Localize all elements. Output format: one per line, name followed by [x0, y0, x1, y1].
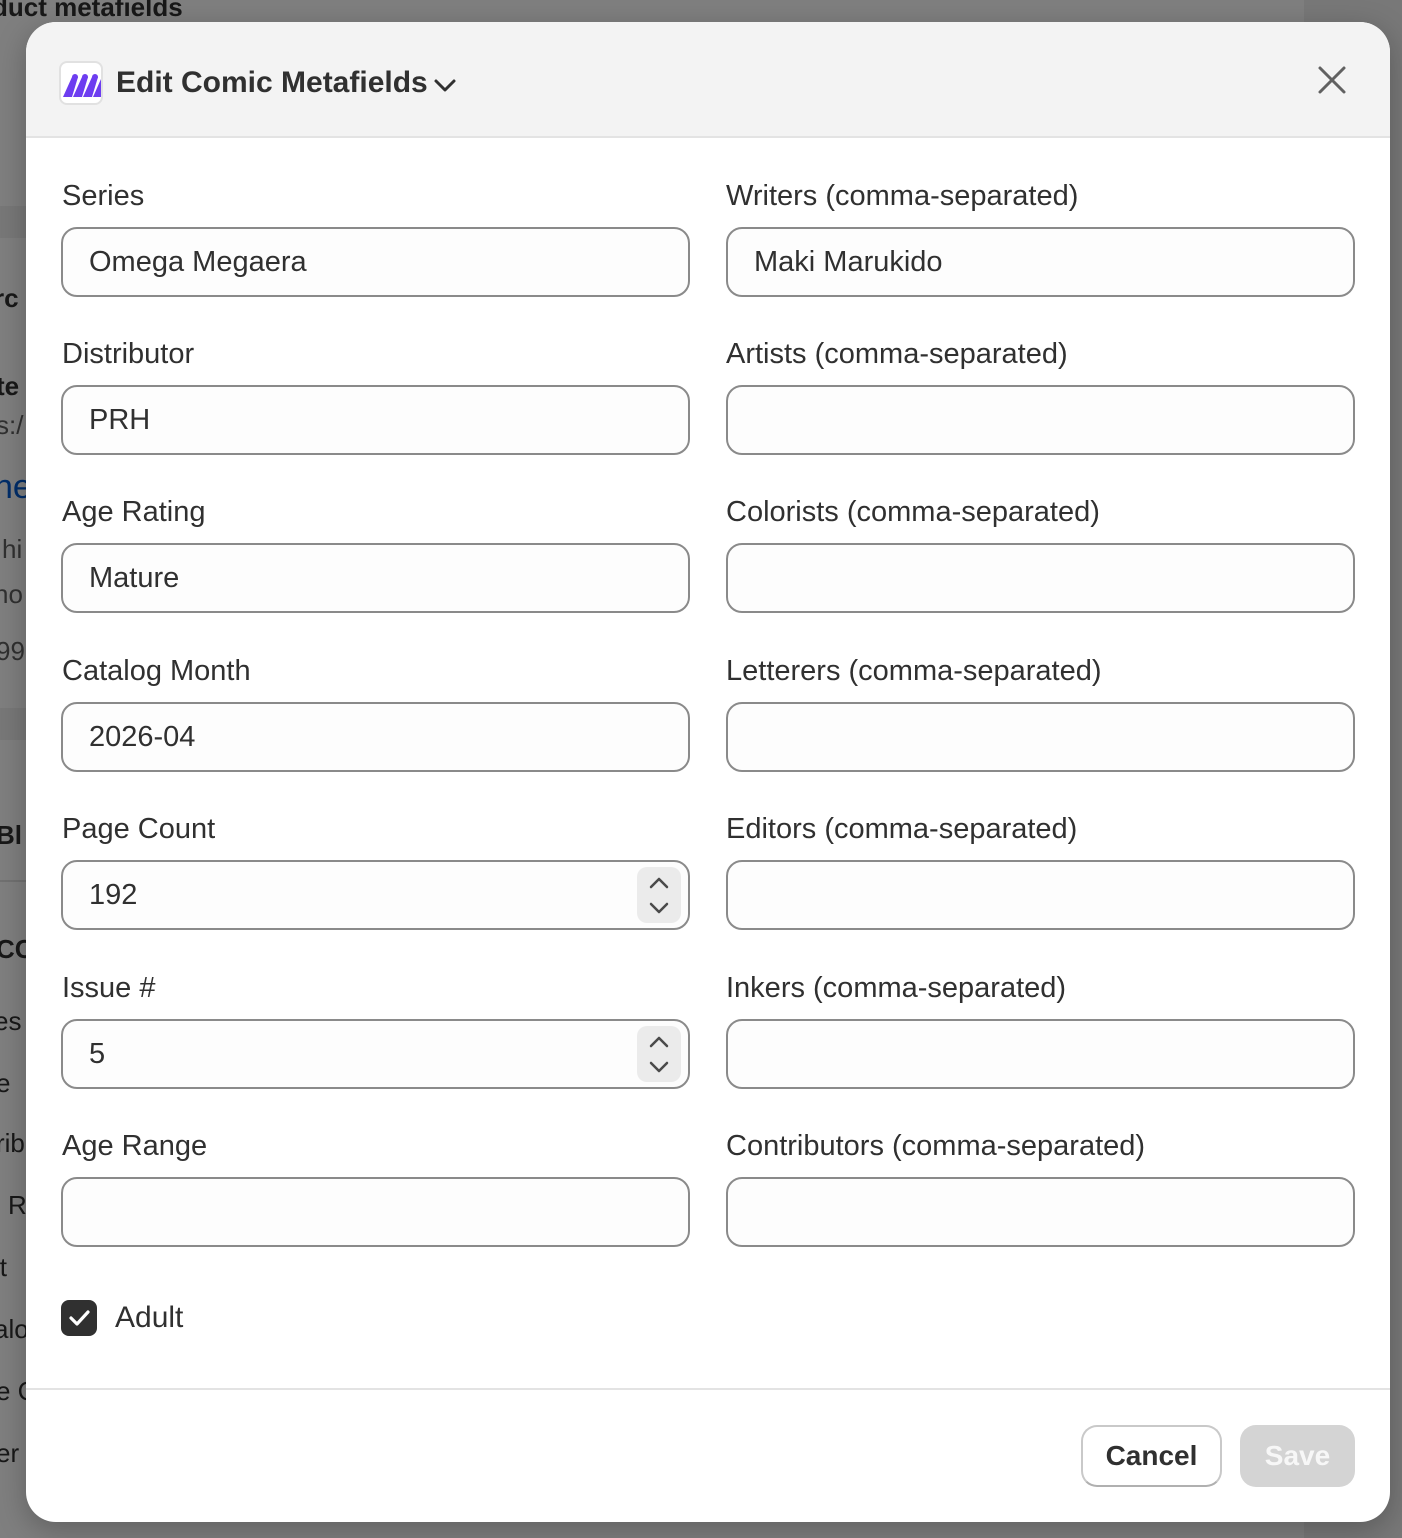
chevron-down-icon[interactable] [432, 74, 458, 96]
distributor-input[interactable] [61, 385, 690, 455]
edit-metafields-modal: Edit Comic Metafields Series Distributor… [26, 22, 1390, 1522]
distributor-label: Distributor [62, 338, 195, 370]
modal-title: Edit Comic Metafields [116, 66, 428, 99]
stepper-up-icon [649, 877, 669, 889]
colorists-label: Colorists (comma-separated) [726, 496, 1100, 528]
colorists-input[interactable] [726, 543, 1355, 613]
age-range-label: Age Range [62, 1130, 208, 1162]
checkmark-icon [69, 1310, 90, 1326]
letterers-label: Letterers (comma-separated) [726, 655, 1102, 687]
age-rating-input[interactable] [61, 543, 690, 613]
issue-number-stepper[interactable] [637, 1026, 681, 1082]
contributors-label: Contributors (comma-separated) [726, 1130, 1146, 1162]
catalog-month-input[interactable] [61, 702, 690, 772]
stepper-down-icon [649, 902, 669, 914]
stepper-up-icon [649, 1036, 669, 1048]
page-count-input[interactable] [61, 860, 690, 930]
series-input[interactable] [61, 227, 690, 297]
letterers-input[interactable] [726, 702, 1355, 772]
series-label: Series [62, 180, 145, 212]
page-count-label: Page Count [62, 813, 216, 845]
catalog-month-label: Catalog Month [62, 655, 251, 687]
age-rating-label: Age Rating [62, 496, 206, 528]
app-logo-icon [59, 61, 103, 105]
contributors-input[interactable] [726, 1177, 1355, 1247]
modal-header: Edit Comic Metafields [26, 22, 1390, 138]
cancel-button[interactable]: Cancel [1081, 1425, 1222, 1487]
writers-input[interactable] [726, 227, 1355, 297]
page-count-stepper[interactable] [637, 867, 681, 923]
adult-checkbox-label[interactable]: Adult [115, 1301, 183, 1335]
age-range-input[interactable] [61, 1177, 690, 1247]
inkers-label: Inkers (comma-separated) [726, 972, 1067, 1004]
issue-number-label: Issue # [62, 972, 156, 1004]
inkers-input[interactable] [726, 1019, 1355, 1089]
editors-input[interactable] [726, 860, 1355, 930]
modal-body: Series Distributor Age Rating Catalog Mo… [26, 140, 1390, 1388]
stepper-down-icon [649, 1061, 669, 1073]
issue-number-input[interactable] [61, 1019, 690, 1089]
close-icon[interactable] [1314, 62, 1350, 98]
footer-divider [26, 1388, 1390, 1390]
adult-checkbox[interactable] [61, 1300, 97, 1336]
artists-input[interactable] [726, 385, 1355, 455]
editors-label: Editors (comma-separated) [726, 813, 1078, 845]
artists-label: Artists (comma-separated) [726, 338, 1068, 370]
writers-label: Writers (comma-separated) [726, 180, 1079, 212]
save-button[interactable]: Save [1240, 1425, 1355, 1487]
